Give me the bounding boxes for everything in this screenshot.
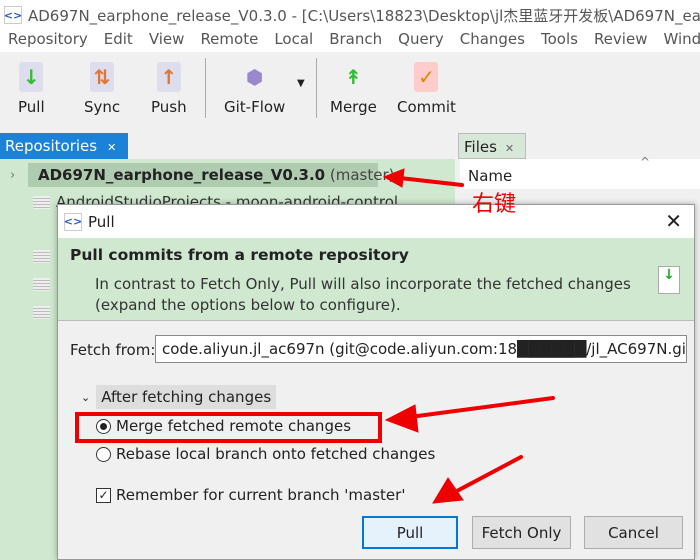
annotation-arrow: [408, 396, 555, 419]
annotation-arrow: [453, 455, 523, 494]
annotation-arrow: [398, 176, 464, 187]
arrow-head: [384, 404, 419, 433]
arrow-head: [382, 168, 405, 188]
annotation-arrows: [382, 168, 555, 504]
